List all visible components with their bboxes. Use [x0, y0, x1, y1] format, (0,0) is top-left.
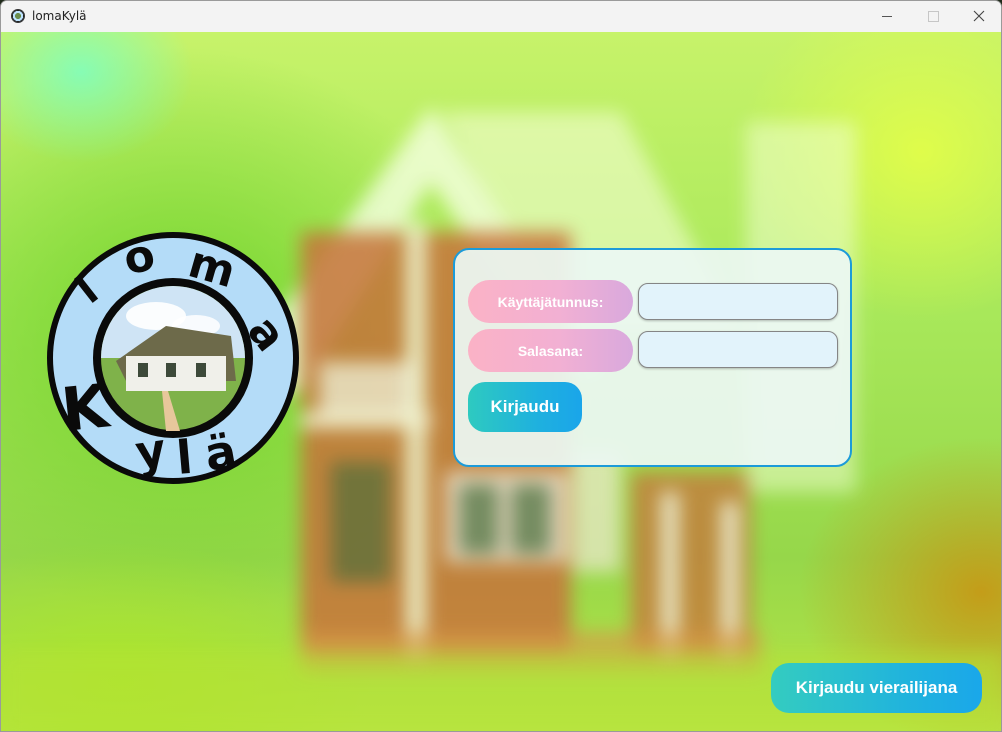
- password-label: Salasana:: [468, 329, 633, 372]
- password-input[interactable]: [638, 331, 838, 368]
- close-button[interactable]: [956, 1, 1001, 32]
- app-window: lomaKylä l o m a K y l ä Käyttäjätunnus:…: [0, 0, 1002, 732]
- username-input[interactable]: [638, 283, 838, 320]
- username-label: Käyttäjätunnus:: [468, 280, 633, 323]
- login-button[interactable]: Kirjaudu: [468, 382, 582, 432]
- guest-login-button[interactable]: Kirjaudu vierailijana: [771, 663, 982, 713]
- globe-app-icon: [11, 9, 25, 23]
- login-form: Käyttäjätunnus: Salasana: Kirjaudu: [453, 248, 852, 467]
- minimize-button[interactable]: [864, 1, 910, 32]
- lomakyla-logo: l o m a K y l ä: [47, 231, 299, 485]
- close-icon: [973, 10, 985, 22]
- maximize-button[interactable]: [910, 1, 956, 32]
- main-content: l o m a K y l ä Käyttäjätunnus: Salasana…: [1, 32, 1001, 731]
- window-title: lomaKylä: [32, 9, 87, 23]
- title-bar[interactable]: lomaKylä: [1, 1, 1001, 32]
